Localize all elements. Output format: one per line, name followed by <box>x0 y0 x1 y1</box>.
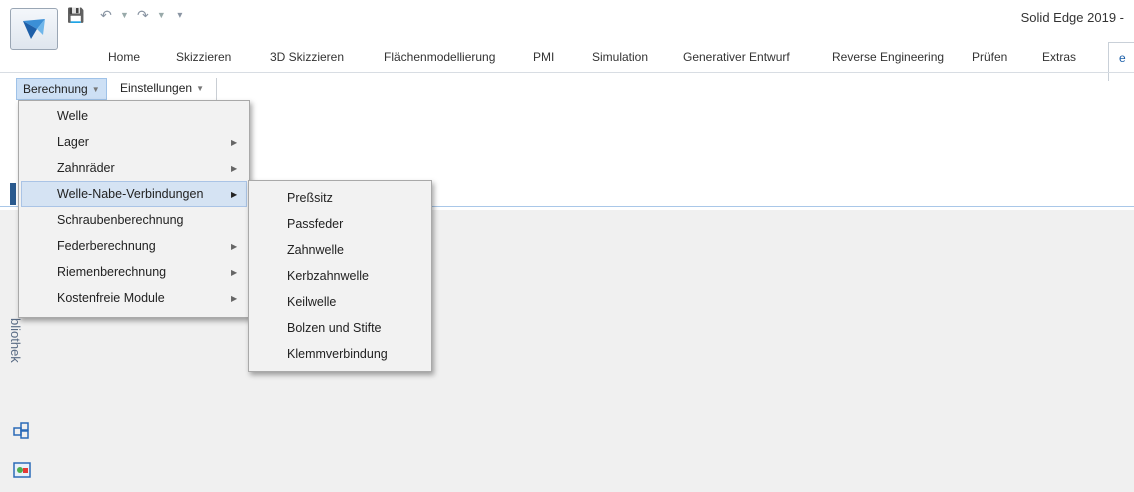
tab-pmi[interactable]: PMI <box>533 50 554 64</box>
ribbon-separator <box>216 78 217 100</box>
submenu-item-bolzen-und-stifte[interactable]: Bolzen und Stifte <box>251 315 429 341</box>
welle-nabe-submenu: Preßsitz Passfeder Zahnwelle Kerbzahnwel… <box>248 180 432 372</box>
submenu-item-keilwelle[interactable]: Keilwelle <box>251 289 429 315</box>
submenu-item-kerbzahnwelle[interactable]: Kerbzahnwelle <box>251 263 429 289</box>
chevron-down-icon: ▼ <box>91 84 100 94</box>
berechnung-menu-button[interactable]: Berechnung ▼ <box>16 78 107 100</box>
redo-icon[interactable]: ↷ <box>133 7 153 24</box>
submenu-item-zahnwelle[interactable]: Zahnwelle <box>251 237 429 263</box>
quick-access-toolbar: 💾 ↶ ▼ ↷ ▼ ▾ <box>66 4 190 26</box>
window-title: Solid Edge 2019 - <box>1020 10 1124 25</box>
chevron-right-icon: ▶ <box>231 163 238 173</box>
panel-collapse-handle[interactable] <box>10 183 16 205</box>
menu-item-zahnraeder[interactable]: Zahnräder ▶ <box>21 155 247 181</box>
redo-dropdown-icon[interactable]: ▼ <box>157 10 166 20</box>
undo-icon[interactable]: ↶ <box>96 7 116 24</box>
submenu-item-pressitz[interactable]: Preßsitz <box>251 185 429 211</box>
einstellungen-label: Einstellungen <box>120 81 193 95</box>
menu-item-federberechnung[interactable]: Federberechnung ▶ <box>21 233 247 259</box>
einstellungen-menu-button[interactable]: Einstellungen ▼ <box>114 78 210 98</box>
tab-3d-skizzieren[interactable]: 3D Skizzieren <box>270 50 344 64</box>
submenu-item-passfeder[interactable]: Passfeder <box>251 211 429 237</box>
chevron-right-icon: ▶ <box>231 189 238 199</box>
tab-reverse-engineering[interactable]: Reverse Engineering <box>832 50 944 64</box>
library-vertical-tab[interactable]: bliothek <box>8 318 23 363</box>
menu-item-schraubenberechnung[interactable]: Schraubenberechnung <box>21 207 247 233</box>
customize-dropdown-icon[interactable]: ▾ <box>170 10 190 21</box>
tab-pruefen[interactable]: Prüfen <box>972 50 1007 64</box>
tab-home[interactable]: Home <box>108 50 140 64</box>
chevron-down-icon: ▼ <box>196 83 204 93</box>
menu-item-riemenberechnung[interactable]: Riemenberechnung ▶ <box>21 259 247 285</box>
berechnung-label: Berechnung <box>23 82 88 96</box>
save-icon[interactable]: 💾 <box>66 7 86 24</box>
menu-item-welle-nabe-verbindungen[interactable]: Welle-Nabe-Verbindungen ▶ <box>21 181 247 207</box>
tab-simulation[interactable]: Simulation <box>592 50 648 64</box>
menu-item-kostenfreie-module[interactable]: Kostenfreie Module ▶ <box>21 285 247 311</box>
tab-flaechenmodellierung[interactable]: Flächenmodellierung <box>384 50 495 64</box>
chevron-right-icon: ▶ <box>231 293 238 303</box>
tab-skizzieren[interactable]: Skizzieren <box>176 50 231 64</box>
submenu-item-klemmverbindung[interactable]: Klemmverbindung <box>251 341 429 367</box>
tab-generativer-entwurf[interactable]: Generativer Entwurf <box>683 50 790 64</box>
chevron-right-icon: ▶ <box>231 241 238 251</box>
menu-item-welle[interactable]: Welle <box>21 103 247 129</box>
assembly-icon[interactable] <box>12 420 32 440</box>
chevron-right-icon: ▶ <box>231 267 238 277</box>
berechnung-dropdown-menu: Welle Lager ▶ Zahnräder ▶ Welle-Nabe-Ver… <box>18 100 250 318</box>
chevron-right-icon: ▶ <box>231 137 238 147</box>
tab-active[interactable]: e <box>1108 42 1134 81</box>
undo-dropdown-icon[interactable]: ▼ <box>120 10 129 20</box>
ribbon-tabs: Home Skizzieren 3D Skizzieren Flächenmod… <box>0 30 1134 81</box>
layer-icon[interactable] <box>12 460 32 480</box>
menu-item-lager[interactable]: Lager ▶ <box>21 129 247 155</box>
tab-extras[interactable]: Extras <box>1042 50 1076 64</box>
ribbon-divider <box>0 72 1134 73</box>
